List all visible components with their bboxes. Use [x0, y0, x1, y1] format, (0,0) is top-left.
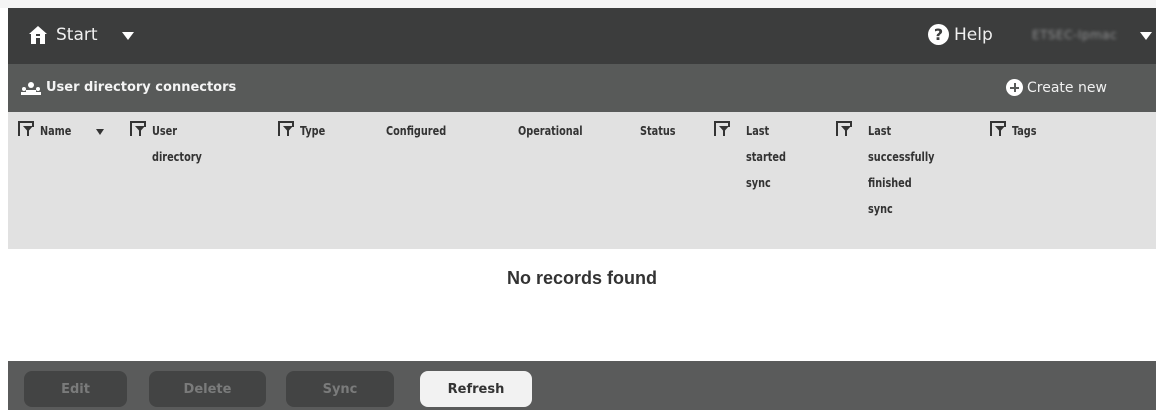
help-link[interactable]: Help — [954, 25, 993, 45]
action-bar: Edit Delete Sync Refresh — [8, 361, 1156, 410]
column-label-tags[interactable]: Tags — [1012, 118, 1037, 144]
top-navigation-bar: Start ? Help ETSEC-Ipmac — [8, 8, 1156, 64]
section-header: User directory connectors Create new — [8, 64, 1156, 112]
page-caption-strip — [0, 0, 1156, 8]
users-icon — [21, 82, 41, 95]
column-label-configured[interactable]: Configured — [386, 118, 446, 144]
delete-button[interactable]: Delete — [149, 371, 266, 407]
filter-icon[interactable] — [836, 121, 852, 137]
column-label-status[interactable]: Status — [640, 118, 676, 144]
filter-icon[interactable] — [990, 121, 1006, 137]
user-menu-name[interactable]: ETSEC-Ipmac — [1032, 26, 1117, 44]
plus-circle-icon[interactable] — [1006, 79, 1023, 96]
empty-state-message: No records found — [506, 268, 657, 288]
edit-button[interactable]: Edit — [24, 371, 127, 407]
column-label-operational[interactable]: Operational — [518, 118, 583, 144]
filter-icon[interactable] — [18, 121, 34, 137]
sync-button[interactable]: Sync — [286, 371, 394, 407]
page-title: User directory connectors — [46, 80, 237, 95]
column-label-user-directory[interactable]: User directory — [152, 118, 202, 170]
start-menu-label[interactable]: Start — [56, 25, 98, 45]
filter-icon[interactable] — [130, 121, 146, 137]
sort-desc-icon[interactable] — [96, 129, 104, 135]
home-icon[interactable] — [28, 25, 48, 45]
chevron-down-icon[interactable] — [122, 32, 134, 40]
question-circle-icon[interactable]: ? — [928, 24, 949, 45]
column-label-last-started-sync[interactable]: Last started sync — [746, 118, 786, 196]
table-body: No records found — [8, 249, 1156, 361]
filter-icon[interactable] — [714, 121, 730, 137]
column-label-name[interactable]: Name — [40, 118, 71, 144]
filter-icon[interactable] — [278, 121, 294, 137]
create-new-label[interactable]: Create new — [1027, 79, 1107, 97]
column-label-last-successfully-finished-sync[interactable]: Last successfully finished sync — [868, 118, 935, 222]
table-header: Name User directory Type Configured Operatio… — [8, 112, 1156, 249]
chevron-down-icon[interactable] — [1140, 32, 1152, 40]
column-label-type[interactable]: Type — [300, 118, 325, 144]
refresh-button[interactable]: Refresh — [420, 371, 532, 407]
